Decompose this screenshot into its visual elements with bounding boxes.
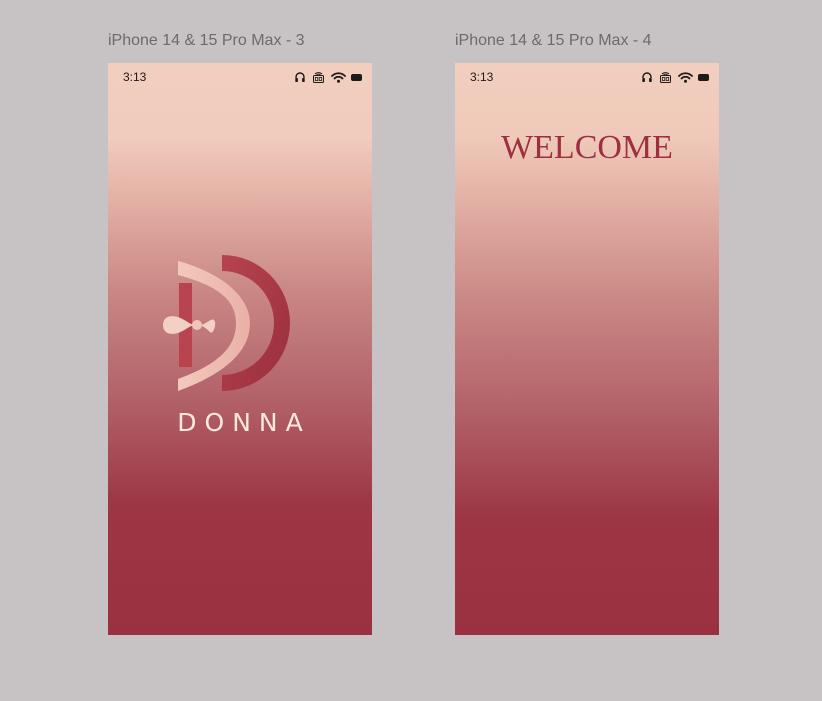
status-icons <box>294 71 362 83</box>
battery-icon <box>698 73 709 81</box>
frame-label-4: iPhone 14 & 15 Pro Max - 4 <box>455 32 652 49</box>
phone-frame-3: 3:13 DONNA <box>108 63 372 635</box>
frame-label-3: iPhone 14 & 15 Pro Max - 3 <box>108 32 305 49</box>
donna-d-logo-icon <box>162 255 312 410</box>
phone-frame-4: 3:13 WELCOME <box>455 63 719 635</box>
wifi-icon <box>678 71 693 83</box>
welcome-heading: WELCOME <box>501 129 673 166</box>
5g-icon <box>658 71 673 83</box>
brand-name: DONNA <box>177 408 311 437</box>
status-icons <box>641 71 709 83</box>
status-time: 3:13 <box>470 70 494 84</box>
5g-icon <box>311 71 326 83</box>
status-bar: 3:13 <box>455 63 719 91</box>
wifi-icon <box>331 71 346 83</box>
status-time: 3:13 <box>123 70 147 84</box>
headphones-icon <box>641 71 653 83</box>
battery-icon <box>351 73 362 81</box>
headphones-icon <box>294 71 306 83</box>
status-bar: 3:13 <box>108 63 372 91</box>
